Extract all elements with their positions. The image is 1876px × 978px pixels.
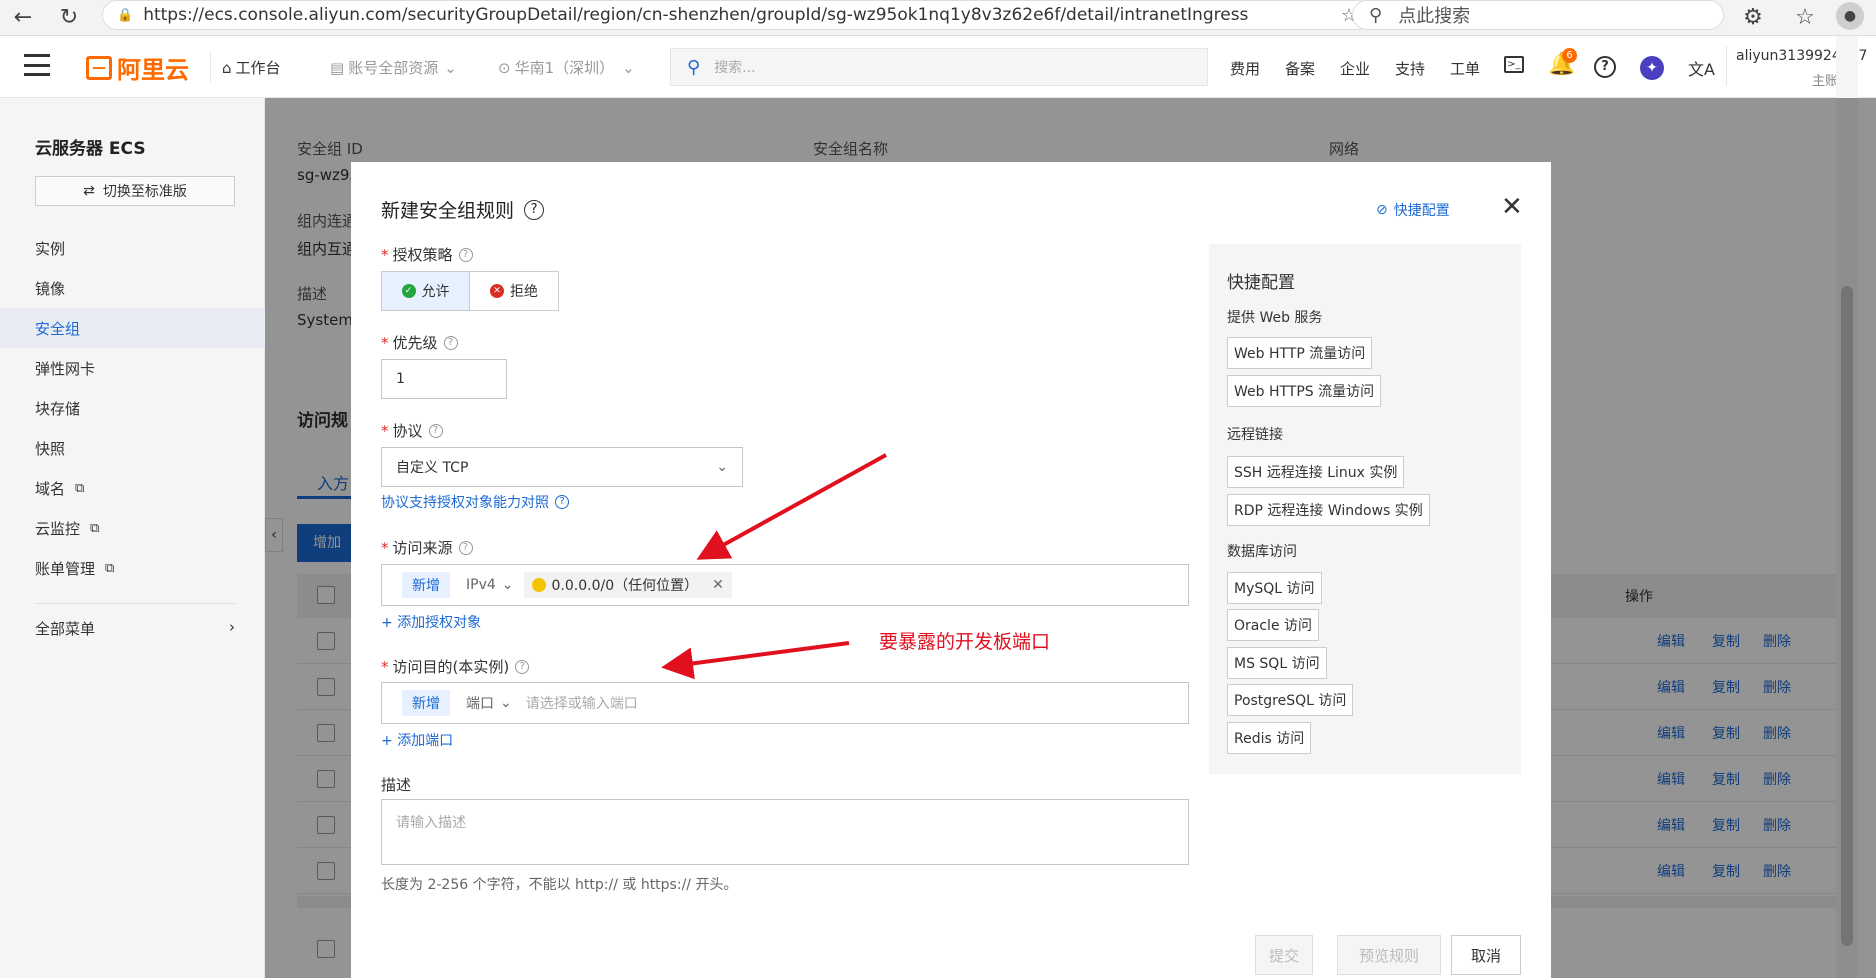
sidebar-item-instances[interactable]: 实例: [35, 238, 65, 259]
nav-filing[interactable]: 备案: [1285, 58, 1315, 79]
location-icon: ⊙: [498, 58, 511, 77]
sidebar-item-block-storage[interactable]: 块存储: [35, 398, 80, 419]
sidebar-item-eni[interactable]: 弹性网卡: [35, 358, 95, 379]
search-icon: ⚲: [1369, 4, 1383, 26]
external-link-icon: ⧉: [75, 481, 85, 496]
external-link-icon: ⧉: [90, 521, 100, 536]
sidebar-item-images[interactable]: 镜像: [35, 278, 65, 299]
console-header: — 阿里云 ⌂ 工作台 ▤ 账号全部资源 ⌄ ⊙ 华南1（深圳） ⌄ ⚲ 搜索.…: [0, 36, 1876, 98]
resource-icon: ▤: [330, 58, 345, 77]
workbench-link[interactable]: ⌂ 工作台: [222, 57, 281, 78]
browser-toolbar: ← ↻ 🔒 https://ecs.console.aliyun.com/sec…: [0, 0, 1876, 36]
back-icon[interactable]: ←: [8, 2, 38, 32]
notification-badge: 6: [1562, 48, 1577, 63]
annotation-arrow-destination: [661, 641, 850, 680]
nav-fees[interactable]: 费用: [1230, 58, 1260, 79]
sidebar-item-cloud-monitor[interactable]: 云监控 ⧉: [35, 518, 99, 539]
sidebar: 云服务器 ECS ⇄ 切换至标准版 实例 镜像 安全组 弹性网卡 块存储 快照 …: [0, 98, 265, 978]
ai-assistant-icon[interactable]: ✦: [1640, 56, 1664, 80]
nav-support[interactable]: 支持: [1395, 58, 1425, 79]
lock-icon: 🔒: [117, 7, 134, 23]
help-icon[interactable]: ?: [1594, 56, 1616, 78]
new-rule-dialog: 新建安全组规则 ? ⊘ 快捷配置 ✕ * 授权策略? ✓ 允许 ✕ 拒绝 * 优先级…: [351, 162, 1551, 978]
region-dropdown[interactable]: ⊙ 华南1（深圳） ⌄: [498, 57, 635, 78]
sidebar-title: 云服务器 ECS: [35, 139, 146, 159]
profile-avatar-icon[interactable]: ●: [1836, 2, 1864, 30]
browser-search-box[interactable]: ⚲ 点此搜索: [1352, 0, 1724, 30]
sidebar-item-security-group[interactable]: 安全组: [0, 308, 265, 348]
sidebar-item-label: 安全组: [35, 320, 81, 338]
chevron-down-icon: ⌄: [622, 58, 635, 77]
aliyun-logo[interactable]: — 阿里云: [86, 50, 189, 85]
favorites-icon[interactable]: ☆: [1790, 2, 1820, 32]
nav-ticket[interactable]: 工单: [1450, 58, 1480, 79]
external-link-icon: ⧉: [105, 561, 115, 576]
sidebar-all-menu[interactable]: 全部菜单 ›: [35, 618, 235, 639]
sidebar-item-domains[interactable]: 域名 ⧉: [35, 478, 84, 499]
extensions-icon[interactable]: ⚙: [1738, 2, 1768, 32]
cloud-shell-icon[interactable]: >_: [1504, 56, 1524, 73]
language-icon[interactable]: 文A: [1688, 56, 1715, 80]
chevron-down-icon: ⌄: [444, 58, 457, 77]
aliyun-logo-mark-icon: —: [86, 55, 112, 80]
address-bar[interactable]: 🔒 https://ecs.console.aliyun.com/securit…: [102, 0, 1372, 30]
reload-icon[interactable]: ↻: [54, 2, 84, 32]
browser-search-placeholder: 点此搜索: [1398, 6, 1471, 27]
annotation-arrows: [661, 453, 887, 680]
search-icon: ⚲: [687, 56, 701, 78]
home-icon: ⌂: [222, 58, 232, 77]
swap-icon: ⇄: [83, 183, 95, 199]
url-text: https://ecs.console.aliyun.com/securityG…: [143, 5, 1249, 25]
hamburger-menu-icon[interactable]: [24, 54, 50, 76]
sidebar-item-billing[interactable]: 账单管理 ⧉: [35, 558, 114, 579]
switch-standard-button[interactable]: ⇄ 切换至标准版: [35, 176, 235, 206]
nav-enterprise[interactable]: 企业: [1340, 58, 1370, 79]
account-resources-dropdown[interactable]: ▤ 账号全部资源 ⌄: [330, 57, 457, 78]
chevron-right-icon: ›: [229, 618, 235, 636]
sidebar-item-snapshots[interactable]: 快照: [35, 438, 65, 459]
console-search-input[interactable]: ⚲ 搜索...: [670, 48, 1208, 86]
annotation-arrow-source: [696, 453, 887, 560]
